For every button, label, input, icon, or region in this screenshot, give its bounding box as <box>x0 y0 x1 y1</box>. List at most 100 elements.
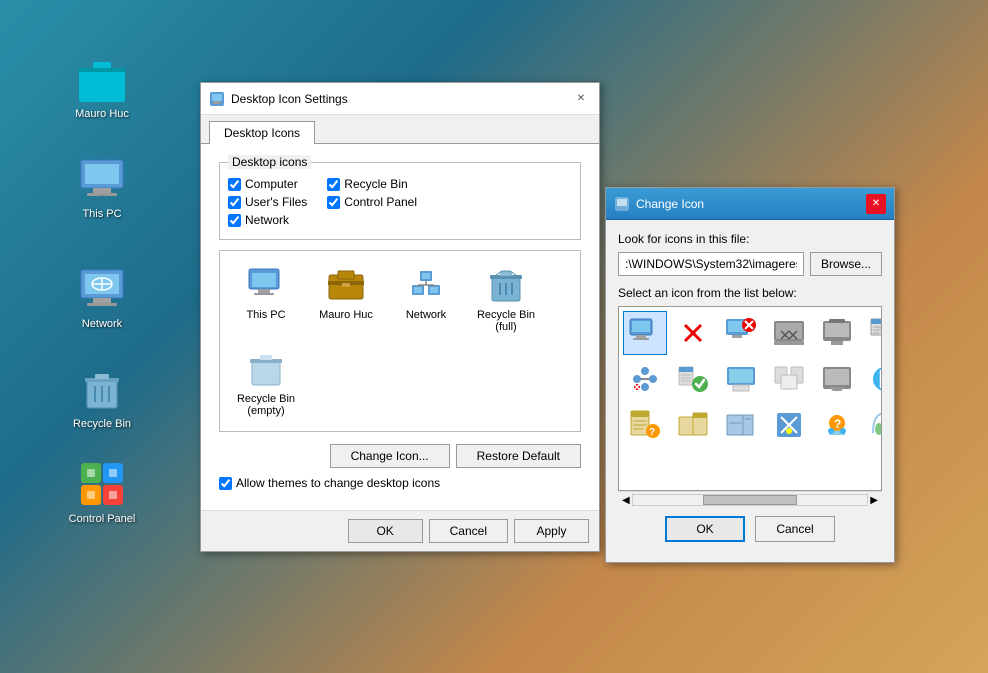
ok-button[interactable]: OK <box>348 519 423 543</box>
preview-this-pc-icon <box>246 265 286 305</box>
allow-themes-label: Allow themes to change desktop icons <box>236 476 440 490</box>
change-icon-title-icon <box>614 196 630 212</box>
grid-icon-1[interactable] <box>623 311 667 355</box>
grid-icon-17[interactable]: ? <box>623 403 667 447</box>
grid-icon-10[interactable] <box>671 357 715 401</box>
svg-text:?: ? <box>834 417 841 431</box>
desktop-icon-settings-window: Desktop Icon Settings ✕ Desktop Icons De… <box>200 82 600 552</box>
preview-recycle-empty[interactable]: Recycle Bin (empty) <box>230 345 302 421</box>
checkbox-recycle-bin: Recycle Bin <box>327 177 417 191</box>
checkbox-users-files-input[interactable] <box>228 196 241 209</box>
checkbox-control-panel-label: Control Panel <box>344 195 417 209</box>
checkbox-network: Network <box>228 213 307 227</box>
grid-icon-5[interactable] <box>815 311 859 355</box>
preview-mauro-huc[interactable]: Mauro Huc <box>310 261 382 337</box>
grid-icon-21[interactable]: ? <box>815 403 859 447</box>
select-label: Select an icon from the list below: <box>618 286 882 300</box>
change-icon-button[interactable]: Change Icon... <box>330 444 450 468</box>
apply-button[interactable]: Apply <box>514 519 589 543</box>
preview-recycle-empty-icon <box>246 349 286 389</box>
preview-mauro-huc-label: Mauro Huc <box>319 309 373 321</box>
grid-icon-18[interactable] <box>671 403 715 447</box>
desktop-icon-control-panel[interactable]: Control Panel <box>62 460 142 526</box>
recycle-bin-icon <box>78 365 126 413</box>
checkbox-computer-input[interactable] <box>228 178 241 191</box>
checkbox-network-label: Network <box>245 213 289 227</box>
close-button[interactable]: ✕ <box>571 89 591 109</box>
desktop-icon-network[interactable]: Network <box>62 265 142 331</box>
cancel-button[interactable]: Cancel <box>429 519 508 543</box>
grid-icon-9[interactable] <box>623 357 667 401</box>
tab-desktop-icons[interactable]: Desktop Icons <box>209 121 315 144</box>
desktop-icon-this-pc-label: This PC <box>82 207 121 221</box>
change-icon-body: Look for icons in this file: Browse... S… <box>606 220 894 562</box>
preview-this-pc-label: This PC <box>246 309 285 321</box>
preview-network[interactable]: Network <box>390 261 462 337</box>
settings-title-icon <box>209 91 225 107</box>
allow-themes-checkbox[interactable] <box>219 477 232 490</box>
file-path-input[interactable] <box>618 252 804 276</box>
desktop-icon-network-label: Network <box>82 317 122 331</box>
grid-icon-11[interactable] <box>719 357 763 401</box>
allow-themes-row: Allow themes to change desktop icons <box>209 472 591 502</box>
scrollbar-thumb <box>703 495 797 505</box>
checkbox-computer: Computer <box>228 177 307 191</box>
desktop-icon-settings-titlebar: Desktop Icon Settings ✕ <box>201 83 599 115</box>
desktop: Mauro Huc This PC <box>0 0 988 673</box>
checkbox-computer-label: Computer <box>245 177 298 191</box>
change-icon-cancel-button[interactable]: Cancel <box>755 516 835 542</box>
file-path-row: Browse... <box>618 252 882 276</box>
mauro-huc-icon <box>78 55 126 103</box>
look-for-label: Look for icons in this file: <box>618 232 882 246</box>
control-panel-icon <box>78 460 126 508</box>
desktop-icon-this-pc[interactable]: This PC <box>62 155 142 221</box>
dialog-buttons: OK Cancel Apply <box>201 510 599 551</box>
change-icon-dialog: Change Icon ✕ Look for icons in this fil… <box>605 187 895 563</box>
browse-button[interactable]: Browse... <box>810 252 882 276</box>
icon-grid-scrollbar: ◀ ▶ <box>618 491 882 508</box>
grid-icon-12[interactable] <box>767 357 811 401</box>
desktop-icon-recycle-bin-label: Recycle Bin <box>73 417 131 431</box>
checkbox-control-panel: Control Panel <box>327 195 417 209</box>
change-icon-buttons: OK Cancel <box>618 508 882 550</box>
preview-this-pc[interactable]: This PC <box>230 261 302 337</box>
scroll-left-btn[interactable]: ◀ <box>622 495 630 506</box>
preview-network-icon <box>406 265 446 305</box>
preview-recycle-empty-label: Recycle Bin (empty) <box>237 393 295 417</box>
desktop-icon-settings-title: Desktop Icon Settings <box>231 92 348 106</box>
change-icon-ok-button[interactable]: OK <box>665 516 745 542</box>
network-icon <box>78 265 126 313</box>
checkbox-recycle-bin-input[interactable] <box>327 178 340 191</box>
desktop-icon-mauro-huc-label: Mauro Huc <box>75 107 129 121</box>
grid-icon-13[interactable] <box>815 357 859 401</box>
desktop-icon-control-panel-label: Control Panel <box>69 512 136 526</box>
checkbox-recycle-bin-label: Recycle Bin <box>344 177 407 191</box>
checkbox-control-panel-input[interactable] <box>327 196 340 209</box>
restore-default-button[interactable]: Restore Default <box>456 444 581 468</box>
grid-icon-4[interactable] <box>767 311 811 355</box>
preview-mauro-huc-icon <box>326 265 366 305</box>
tab-bar: Desktop Icons <box>201 115 599 143</box>
grid-icon-19[interactable] <box>719 403 763 447</box>
checkbox-users-files-label: User's Files <box>245 195 307 209</box>
change-icon-titlebar: Change Icon ✕ <box>606 188 894 220</box>
preview-recycle-full-label: Recycle Bin (full) <box>477 309 535 333</box>
change-icon-title: Change Icon <box>636 197 704 211</box>
desktop-icons-group: Desktop icons Computer User's Files <box>219 162 581 240</box>
grid-icon-14[interactable] <box>863 357 882 401</box>
grid-icon-20[interactable] <box>767 403 811 447</box>
scrollbar-track[interactable] <box>632 494 869 506</box>
preview-recycle-full-icon <box>486 265 526 305</box>
desktop-icon-mauro-huc[interactable]: Mauro Huc <box>62 55 142 121</box>
checkbox-network-input[interactable] <box>228 214 241 227</box>
grid-icon-22[interactable] <box>863 403 882 447</box>
grid-icon-2[interactable] <box>671 311 715 355</box>
window-controls: ✕ <box>571 89 591 109</box>
scroll-right-btn[interactable]: ▶ <box>870 495 878 506</box>
grid-icon-3[interactable] <box>719 311 763 355</box>
preview-recycle-full[interactable]: Recycle Bin (full) <box>470 261 542 337</box>
desktop-icon-recycle-bin[interactable]: Recycle Bin <box>62 365 142 431</box>
grid-icon-6[interactable] <box>863 311 882 355</box>
change-icon-close-button[interactable]: ✕ <box>866 194 886 214</box>
checkbox-users-files: User's Files <box>228 195 307 209</box>
